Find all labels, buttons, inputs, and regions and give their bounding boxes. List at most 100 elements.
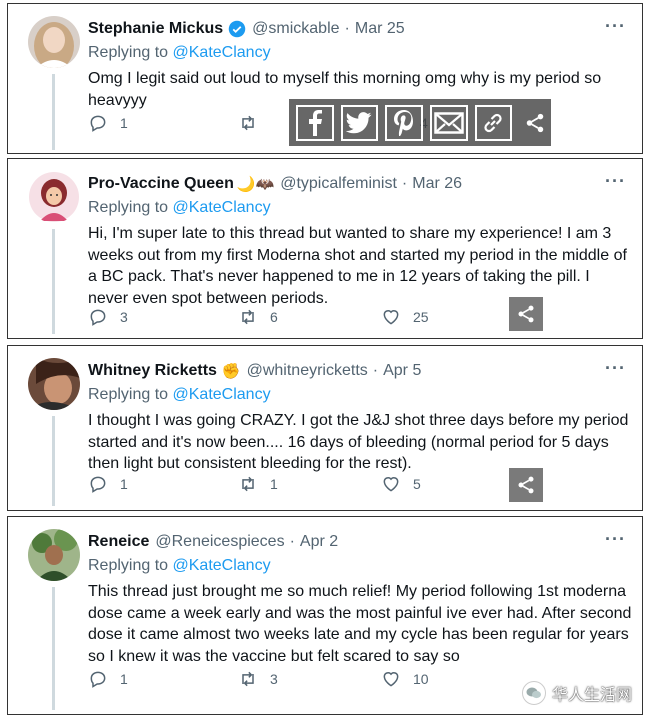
mention-link[interactable]: @KateClancy <box>173 44 271 61</box>
replying-prefix: Replying to <box>88 44 169 61</box>
retweet-button[interactable]: 6 <box>238 307 278 327</box>
reply-icon <box>90 309 106 326</box>
display-name[interactable]: Stephanie Mickus <box>88 20 223 38</box>
reply-button[interactable]: 1 <box>88 669 128 689</box>
thread-line <box>52 229 55 334</box>
mention-link[interactable]: @KateClancy <box>173 557 271 574</box>
share-toolbar <box>289 99 551 146</box>
link-share-button[interactable] <box>474 104 513 141</box>
retweet-icon <box>242 115 254 131</box>
tweet-card[interactable]: Pro-Vaccine Queen 🌙🦇 @typicalfeminist · … <box>7 158 643 339</box>
like-button[interactable]: 10 <box>381 669 429 689</box>
user-handle[interactable]: @typicalfeminist <box>280 175 397 193</box>
tweet-card[interactable]: Stephanie Mickus @smickable · Mar 25 ···… <box>7 3 643 154</box>
heart-icon <box>383 310 399 325</box>
avatar[interactable] <box>28 16 80 68</box>
retweet-icon <box>242 309 254 325</box>
user-handle[interactable]: @whitneyricketts <box>247 362 368 380</box>
reply-button[interactable]: 3 <box>88 307 128 327</box>
tweet-date[interactable]: Apr 2 <box>300 533 338 551</box>
tweet-text: This thread just brought me so much reli… <box>88 583 632 665</box>
share-icon <box>526 113 544 132</box>
like-count: 10 <box>413 671 429 687</box>
retweet-button[interactable]: 3 <box>238 669 278 689</box>
reply-button[interactable]: 1 <box>88 113 128 133</box>
twitter-icon <box>346 111 372 133</box>
reply-count: 1 <box>120 476 128 492</box>
twitter-share-button[interactable] <box>340 104 379 141</box>
avatar[interactable] <box>28 358 80 410</box>
reply-icon <box>90 115 106 132</box>
tweet-header: Reneice @Reneicespieces · Apr 2 <box>88 531 602 553</box>
more-options-icon[interactable]: ··· <box>605 171 626 192</box>
display-name[interactable]: Reneice <box>88 533 149 551</box>
share-button[interactable] <box>509 297 543 331</box>
pinterest-share-button[interactable] <box>385 104 423 141</box>
separator: · <box>401 175 408 192</box>
email-share-button[interactable] <box>429 104 468 141</box>
email-icon <box>433 111 464 134</box>
replying-prefix: Replying to <box>88 386 169 403</box>
tweet-card[interactable]: Reneice @Reneicespieces · Apr 2 ··· Repl… <box>7 516 643 715</box>
more-options-icon[interactable]: ··· <box>605 16 626 37</box>
reply-count: 1 <box>120 115 128 131</box>
wechat-logo-icon <box>521 681 546 705</box>
avatar[interactable] <box>28 171 80 223</box>
user-handle[interactable]: @Reneicespieces <box>155 533 284 551</box>
replying-to: Replying to @KateClancy <box>88 386 271 404</box>
like-button[interactable]: 25 <box>381 307 429 327</box>
replying-prefix: Replying to <box>88 199 169 216</box>
tweet-card[interactable]: Whitney Ricketts ✊ @whitneyricketts · Ap… <box>7 345 643 511</box>
retweet-button[interactable] <box>238 113 258 133</box>
replying-to: Replying to @KateClancy <box>88 199 271 217</box>
heart-icon <box>383 477 399 492</box>
reply-count: 3 <box>120 309 128 325</box>
tweet-header: Pro-Vaccine Queen 🌙🦇 @typicalfeminist · … <box>88 173 602 195</box>
reply-icon <box>90 476 106 493</box>
tweet-date[interactable]: Mar 26 <box>412 175 462 193</box>
avatar[interactable] <box>28 529 80 581</box>
retweet-count: 6 <box>270 309 278 325</box>
retweet-count: 3 <box>270 671 278 687</box>
like-count: 5 <box>413 476 421 492</box>
tweet-text: Hi, I'm super late to this thread but wa… <box>88 225 627 307</box>
share-icon <box>518 476 534 494</box>
name-emoji: ✊ <box>221 363 241 380</box>
share-icon <box>518 305 534 323</box>
more-options-icon[interactable]: ··· <box>605 529 626 550</box>
separator: · <box>289 533 295 550</box>
pinterest-icon <box>394 109 414 136</box>
display-name[interactable]: Pro-Vaccine Queen <box>88 175 234 193</box>
mention-link[interactable]: @KateClancy <box>173 199 271 216</box>
more-options-icon[interactable]: ··· <box>605 358 626 379</box>
facebook-share-button[interactable] <box>296 104 334 141</box>
retweet-button[interactable]: 1 <box>238 474 278 494</box>
link-icon <box>484 113 502 132</box>
share-button[interactable] <box>509 468 543 502</box>
watermark-text: 华人生活网 <box>551 687 632 704</box>
thread-line <box>52 74 55 150</box>
facebook-icon <box>308 109 322 136</box>
reply-icon <box>90 671 106 688</box>
share-more-button[interactable] <box>519 105 551 141</box>
tweet-header: Stephanie Mickus @smickable · Mar 25 <box>88 18 602 40</box>
tweet-header: Whitney Ricketts ✊ @whitneyricketts · Ap… <box>88 360 602 382</box>
name-emoji: 🌙🦇 <box>236 176 275 193</box>
thread-line <box>52 587 55 710</box>
verified-badge-icon <box>228 20 246 38</box>
display-name[interactable]: Whitney Ricketts <box>88 362 217 380</box>
like-button[interactable]: 5 <box>381 474 421 494</box>
reply-button[interactable]: 1 <box>88 474 128 494</box>
reply-count: 1 <box>120 671 128 687</box>
tweet-date[interactable]: Apr 5 <box>383 362 421 380</box>
tweet-date[interactable]: Mar 25 <box>355 20 405 38</box>
heart-icon <box>383 672 399 687</box>
user-handle[interactable]: @smickable <box>252 20 339 38</box>
separator: · <box>372 362 379 379</box>
replying-to: Replying to @KateClancy <box>88 44 271 62</box>
watermark: 华人生活网 <box>521 681 632 705</box>
mention-link[interactable]: @KateClancy <box>173 386 271 403</box>
retweet-icon <box>242 476 254 492</box>
replying-to: Replying to @KateClancy <box>88 557 271 575</box>
tweet-text: I thought I was going CRAZY. I got the J… <box>88 412 629 472</box>
